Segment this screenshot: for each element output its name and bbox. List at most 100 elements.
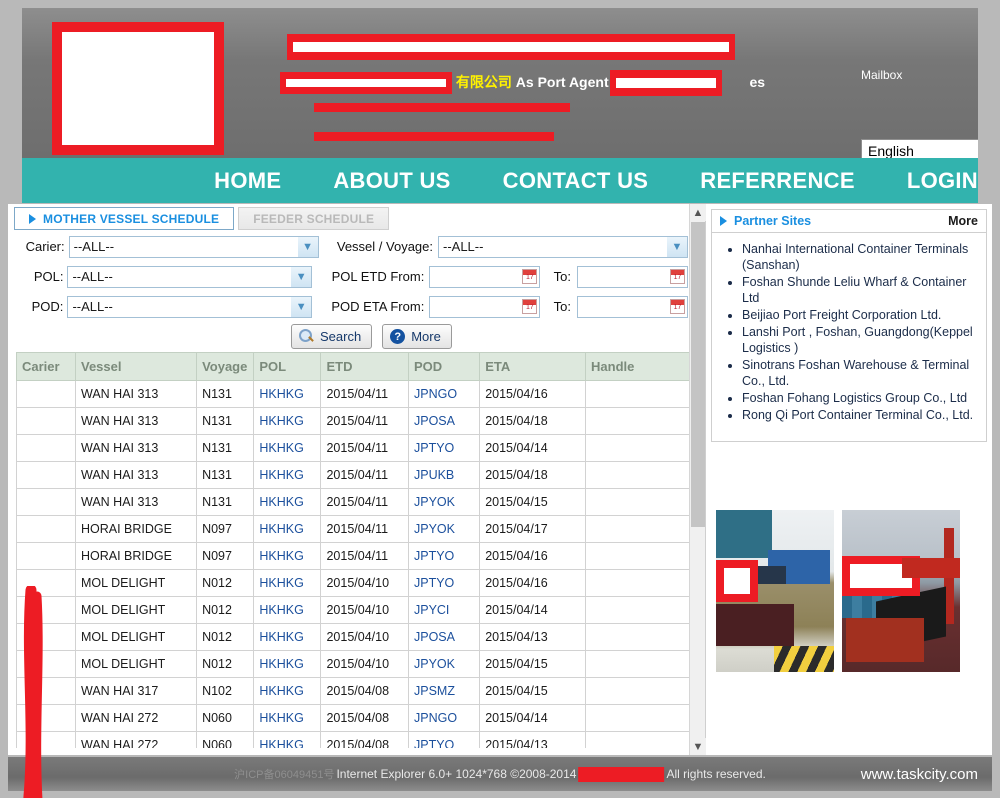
cell-pod[interactable]: JPSMZ	[407, 677, 481, 705]
partner-site-item[interactable]: Foshan Fohang Logistics Group Co., Ltd	[742, 390, 982, 406]
partner-site-item[interactable]: Beijiao Port Freight Corporation Ltd.	[742, 307, 982, 323]
cell-pol[interactable]: HKHKG	[253, 380, 322, 408]
partner-site-item[interactable]: Lanshi Port , Foshan, Guangdong(Keppel L…	[742, 324, 982, 356]
nav-item-home[interactable]: HOME	[214, 168, 281, 194]
form-row-pol: POL: --ALL-- ▼ POL ETD From: To:	[8, 264, 688, 289]
table-row[interactable]: WAN HAI 313 N131 HKHKG 2015/04/11 JPOSA 2015/…	[16, 407, 698, 435]
nav-item-about-us[interactable]: ABOUT US	[333, 168, 450, 194]
help-circle-icon: ?	[390, 329, 406, 344]
cell-pol[interactable]: HKHKG	[253, 704, 322, 732]
cell-pod[interactable]: JPYOK	[407, 650, 481, 678]
schedule-scrollbar[interactable]: ▲ ▼	[689, 204, 706, 755]
partner-site-item[interactable]: Nanhai International Container Terminals…	[742, 241, 982, 273]
table-row[interactable]: WAN HAI 313 N131 HKHKG 2015/04/11 JPYOK 2015/…	[16, 488, 698, 516]
cell-pod[interactable]: JPTYO	[407, 731, 481, 748]
cell-handle	[585, 596, 698, 624]
partner-site-item[interactable]: Foshan Shunde Leliu Wharf & Container Lt…	[742, 274, 982, 306]
scroll-down-arrow-icon[interactable]: ▼	[690, 738, 706, 755]
pol-select[interactable]: --ALL-- ▼	[67, 265, 313, 288]
cell-pol[interactable]: HKHKG	[253, 461, 322, 489]
cell-pol[interactable]: HKHKG	[253, 569, 322, 597]
cell-pod[interactable]: JPTYO	[407, 542, 481, 570]
table-row[interactable]: WAN HAI 313 N131 HKHKG 2015/04/11 JPUKB 2015/…	[16, 461, 698, 489]
cell-pol[interactable]: HKHKG	[253, 542, 322, 570]
cell-pod[interactable]: JPNGO	[407, 380, 481, 408]
partner-sites-more-link[interactable]: More	[948, 214, 978, 228]
cell-pol[interactable]: HKHKG	[253, 488, 322, 516]
column-header-carier[interactable]: Carier	[16, 352, 76, 381]
tab-feeder-schedule[interactable]: FEEDER SCHEDULE	[238, 207, 390, 230]
cell-pod[interactable]: JPNGO	[407, 704, 481, 732]
pod-eta-from-input[interactable]	[429, 295, 541, 318]
cell-pol[interactable]: HKHKG	[253, 407, 322, 435]
nav-item-login[interactable]: LOGIN	[907, 168, 978, 194]
cell-pod[interactable]: JPYOK	[407, 515, 481, 543]
cell-pol[interactable]: HKHKG	[253, 596, 322, 624]
pod-eta-to-input[interactable]	[576, 295, 688, 318]
pol-etd-to-input[interactable]	[576, 265, 688, 288]
cell-voyage: N131	[196, 407, 255, 435]
partner-sites-header: Partner Sites More	[712, 210, 986, 233]
cell-vessel: WAN HAI 313	[74, 434, 198, 462]
table-row[interactable]: WAN HAI 317 N102 HKHKG 2015/04/08 JPSMZ 2015/…	[16, 677, 698, 705]
cell-pol[interactable]: HKHKG	[253, 731, 322, 748]
pol-etd-from-input[interactable]	[429, 265, 541, 288]
column-header-pod[interactable]: POD	[407, 352, 481, 381]
vessel-voyage-select[interactable]: --ALL-- ▼	[438, 235, 688, 258]
table-row[interactable]: HORAI BRIDGE N097 HKHKG 2015/04/11 JPYOK 2015…	[16, 515, 698, 543]
table-row[interactable]: WAN HAI 313 N131 HKHKG 2015/04/11 JPNGO 2015/…	[16, 380, 698, 408]
column-header-handle[interactable]: Handle	[585, 352, 698, 381]
cell-eta: 2015/04/13	[479, 623, 587, 651]
table-row[interactable]: MOL DELIGHT N012 HKHKG 2015/04/10 JPTYO 2015/…	[16, 569, 698, 597]
more-button[interactable]: ? More	[382, 324, 452, 349]
cell-pod[interactable]: JPUKB	[407, 461, 481, 489]
cell-carier	[16, 623, 76, 651]
cell-voyage: N012	[196, 569, 255, 597]
nav-item-referrence[interactable]: REFERRENCE	[700, 168, 855, 194]
scrollbar-thumb[interactable]	[691, 222, 705, 527]
column-header-voyage[interactable]: Voyage	[196, 352, 255, 381]
cell-pod[interactable]: JPYCI	[407, 596, 481, 624]
column-header-pol[interactable]: POL	[253, 352, 322, 381]
partner-sites-list: Nanhai International Container Terminals…	[712, 241, 982, 423]
table-row[interactable]: MOL DELIGHT N012 HKHKG 2015/04/10 JPYOK 2015/…	[16, 650, 698, 678]
cell-pol[interactable]: HKHKG	[253, 677, 322, 705]
nav-item-contact-us[interactable]: CONTACT US	[503, 168, 649, 194]
cell-pol[interactable]: HKHKG	[253, 515, 322, 543]
scroll-up-arrow-icon[interactable]: ▲	[690, 204, 706, 221]
cell-pol[interactable]: HKHKG	[253, 650, 322, 678]
table-row[interactable]: WAN HAI 313 N131 HKHKG 2015/04/11 JPTYO 2015/…	[16, 434, 698, 462]
table-row[interactable]: WAN HAI 272 N060 HKHKG 2015/04/08 JPTYO 2015/…	[16, 731, 698, 748]
cell-pol[interactable]: HKHKG	[253, 623, 322, 651]
cell-pod[interactable]: JPYOK	[407, 488, 481, 516]
table-row[interactable]: HORAI BRIDGE N097 HKHKG 2015/04/11 JPTYO 2015…	[16, 542, 698, 570]
cell-pol[interactable]: HKHKG	[253, 434, 322, 462]
cell-pod[interactable]: JPTYO	[407, 569, 481, 597]
calendar-icon[interactable]	[670, 269, 685, 284]
calendar-icon[interactable]	[522, 299, 538, 314]
partner-site-item[interactable]: Sinotrans Foshan Warehouse & Terminal Co…	[742, 357, 982, 389]
partner-site-item[interactable]: Rong Qi Port Container Terminal Co., Ltd…	[742, 407, 982, 423]
cell-handle	[585, 488, 698, 516]
table-row[interactable]: WAN HAI 272 N060 HKHKG 2015/04/08 JPNGO 2015/…	[16, 704, 698, 732]
cell-pod[interactable]: JPOSA	[407, 407, 481, 435]
column-header-eta[interactable]: ETA	[479, 352, 587, 381]
cell-voyage: N131	[196, 461, 255, 489]
cell-pod[interactable]: JPTYO	[407, 434, 481, 462]
table-row[interactable]: MOL DELIGHT N012 HKHKG 2015/04/10 JPOSA 2015/…	[16, 623, 698, 651]
search-button[interactable]: Search	[291, 324, 373, 349]
language-select[interactable]: English ▼	[861, 139, 978, 158]
column-header-vessel[interactable]: Vessel	[74, 352, 198, 381]
tab-mother-vessel-schedule[interactable]: MOTHER VESSEL SCHEDULE	[14, 207, 235, 230]
cell-etd: 2015/04/08	[320, 731, 409, 748]
chevron-down-icon: ▼	[297, 236, 318, 257]
pod-select[interactable]: --ALL-- ▼	[67, 295, 313, 318]
cell-eta: 2015/04/18	[479, 407, 587, 435]
table-row[interactable]: MOL DELIGHT N012 HKHKG 2015/04/10 JPYCI 2015/…	[16, 596, 698, 624]
column-header-etd[interactable]: ETD	[320, 352, 409, 381]
cell-pod[interactable]: JPOSA	[407, 623, 481, 651]
carier-select[interactable]: --ALL-- ▼	[68, 235, 319, 258]
calendar-icon[interactable]	[522, 269, 538, 284]
mailbox-link[interactable]: Mailbox	[861, 68, 902, 82]
calendar-icon[interactable]	[670, 299, 685, 314]
